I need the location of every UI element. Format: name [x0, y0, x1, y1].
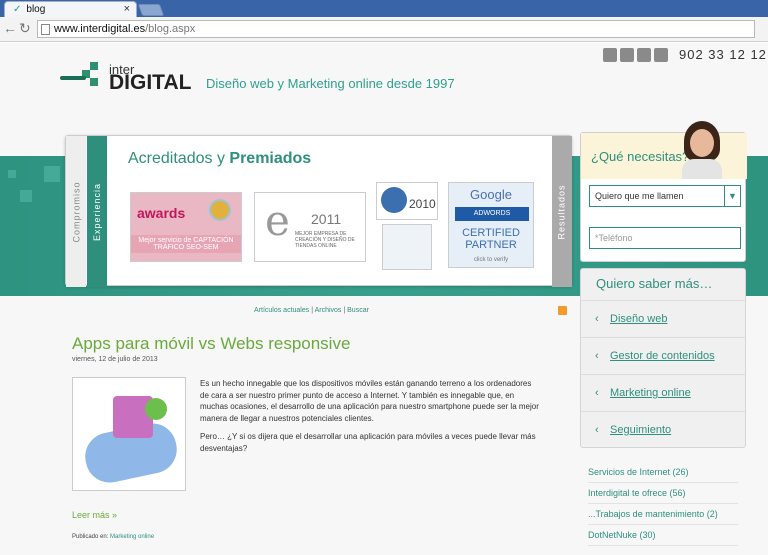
menu-item-diseno-web[interactable]: ‹ Diseño web [581, 300, 745, 337]
close-tab-icon[interactable]: × [124, 3, 130, 15]
browser-tab-strip: ✓ blog × [0, 0, 768, 17]
e-letter-icon: e [265, 196, 290, 245]
post-title[interactable]: Apps para móvil vs Webs responsive [72, 334, 350, 354]
chevron-left-icon: ‹ [595, 350, 599, 362]
google-wordmark: Google [470, 187, 512, 202]
eawards-title: awards [137, 205, 186, 221]
site-logo[interactable]: inter DIGITAL [60, 62, 192, 94]
page-icon [41, 24, 50, 35]
eawards-caption: Mejor servicio de CAPTACIÓN TRÁFICO SEO-… [131, 235, 241, 253]
assistant-photo [678, 121, 726, 179]
archives-link[interactable]: Archivos [315, 307, 342, 314]
site-tagline: Diseño web y Marketing online desde 1997 [206, 76, 455, 91]
reload-icon[interactable]: ↻ [19, 20, 31, 37]
certification-seal-badge [382, 224, 432, 270]
services-menu-title: Quiero saber más… [596, 276, 713, 291]
contact-select-value: Quiero que me llamen [595, 191, 684, 201]
search-link[interactable]: Buscar [347, 307, 369, 314]
published-in: Publicado en: Marketing online [72, 534, 155, 540]
chevron-left-icon: ‹ [595, 424, 599, 436]
award-year-2010: 2010 [409, 197, 436, 211]
ecomm-awards-2010-badge: 2010 [376, 182, 438, 220]
category-link[interactable]: ...Trabajos de mantenimiento (2) [588, 504, 738, 525]
chevron-left-icon: ‹ [595, 313, 599, 325]
published-category-link[interactable]: Marketing online [110, 534, 154, 540]
post-thumbnail[interactable] [72, 377, 186, 491]
post-date: viernes, 12 de julio de 2013 [72, 356, 158, 363]
facebook-icon[interactable] [620, 48, 634, 62]
ecomm-awards-2011-badge: e 2011 MEJOR EMPRESA DE CREACIÓN Y DISEÑ… [254, 192, 366, 262]
browser-tab[interactable]: ✓ blog × [4, 1, 137, 17]
phone-number: 902 33 12 12 [679, 47, 767, 62]
awards-panel: Compromiso Experiencia Resultados Acredi… [65, 135, 572, 287]
ecomm-caption: MEJOR EMPRESA DE CREACIÓN Y DISEÑO DE TI… [295, 231, 355, 249]
url-path: /blog.aspx [145, 23, 196, 35]
adwords-label: ADWORDS [455, 207, 529, 221]
ecomm-circle-icon [381, 187, 407, 213]
new-tab-button[interactable] [137, 4, 165, 16]
twitter-icon[interactable] [603, 48, 617, 62]
google-adwords-badge[interactable]: Google ADWORDS CERTIFIED PARTNER click t… [448, 182, 534, 268]
url-input[interactable]: www.interdigital.es/blog.aspx [37, 20, 755, 38]
menu-item-marketing-online[interactable]: ‹ Marketing online [581, 374, 745, 411]
phone-input[interactable]: *Teléfono [589, 227, 741, 249]
contact-question: ¿Qué necesitas? [591, 149, 690, 164]
read-more-link[interactable]: Leer más » [72, 510, 117, 520]
url-domain: www.interdigital.es [54, 23, 146, 35]
post-paragraph-2: Pero… ¿Y si os dijera que el desarrollar… [200, 432, 536, 453]
category-list: Servicios de Internet (26) Interdigital … [588, 462, 738, 546]
category-link[interactable]: Interdigital te ofrece (56) [588, 483, 738, 504]
contact-select[interactable]: Quiero que me llamen ▼ [589, 185, 741, 207]
website: 902 33 12 12 inter DIGITAL Diseño web y … [0, 43, 768, 555]
address-bar-row: ← ↻ www.interdigital.es/blog.aspx [0, 17, 768, 42]
chevron-left-icon: ‹ [595, 387, 599, 399]
eawards-badge: awards Mejor servicio de CAPTACIÓN TRÁFI… [130, 192, 242, 262]
social-links [603, 48, 668, 62]
strip-experiencia: Experiencia [87, 136, 107, 287]
post-paragraph-1: Es un hecho innegable que los dispositiv… [200, 379, 539, 423]
click-to-verify-link[interactable]: click to verify [449, 257, 533, 263]
certified-partner-label: CERTIFIED PARTNER [462, 227, 520, 251]
strip-compromiso: Compromiso [66, 136, 86, 287]
award-year-2011: 2011 [311, 211, 342, 227]
rss-icon[interactable] [558, 306, 567, 315]
menu-item-gestor-contenidos[interactable]: ‹ Gestor de contenidos [581, 337, 745, 374]
category-link[interactable]: Servicios de Internet (26) [588, 462, 738, 483]
post-excerpt: Es un hecho innegable que los dispositiv… [200, 378, 540, 462]
services-menu: Quiero saber más… ‹ Diseño web ‹ Gestor de… [580, 268, 746, 448]
tab-title: blog [26, 4, 46, 15]
category-link[interactable]: DotNetNuke (30) [588, 525, 738, 546]
chevron-down-icon[interactable]: ▼ [724, 186, 740, 206]
logo-text-bottom: DIGITAL [109, 71, 192, 94]
blog-nav-links: Artículos actuales | Archivos | Buscar [254, 307, 369, 314]
strip-resultados: Resultados [552, 136, 572, 287]
favicon-icon: ✓ [13, 4, 22, 15]
googleplus-icon[interactable] [637, 48, 651, 62]
menu-item-seguimiento[interactable]: ‹ Seguimiento [581, 411, 745, 448]
awards-title: Acreditados y Premiados [128, 150, 312, 167]
current-articles-link[interactable]: Artículos actuales [254, 307, 309, 314]
medal-icon [209, 199, 231, 221]
rss-feed-icon[interactable] [654, 48, 668, 62]
back-icon[interactable]: ← [3, 20, 17, 36]
contact-widget: ¿Qué necesitas? Quiero que me llamen ▼ *… [580, 121, 747, 262]
